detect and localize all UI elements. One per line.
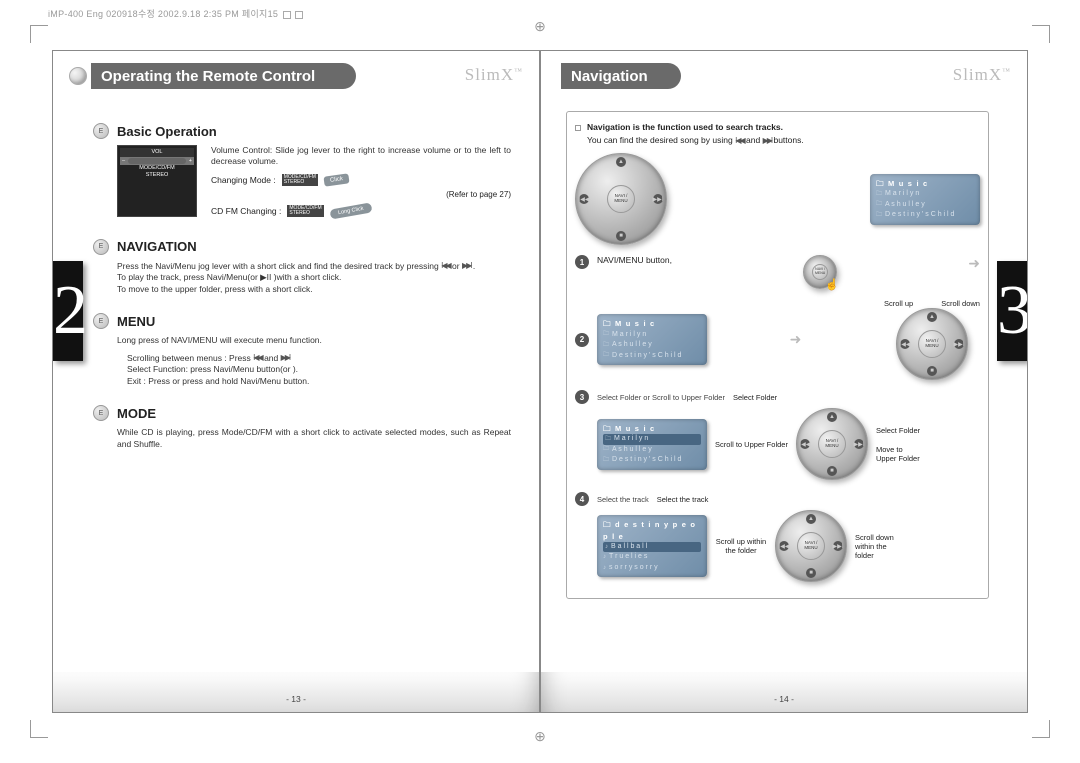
mode-graphic-small: MODE/CD/FMSTEREO bbox=[282, 174, 318, 186]
remote-volume-graphic: VOL –+ MODE/CD/FM STEREO bbox=[117, 145, 197, 217]
step-number: 2 bbox=[575, 333, 589, 347]
registration-mark: ⊕ bbox=[534, 18, 546, 35]
menu-paragraph: Long press of NAVI/MENU will execute men… bbox=[93, 335, 511, 346]
step-label: Select Folder or Scroll to Upper Folder bbox=[597, 393, 725, 402]
crop-mark bbox=[30, 25, 48, 43]
step-1: 1 NAVI/MENU button, NAVI / MENU ☝ ➜ bbox=[575, 255, 980, 289]
page-shadow bbox=[541, 672, 1027, 712]
rewind-icon: I◀◀ bbox=[441, 261, 450, 272]
page-title: Operating the Remote Control bbox=[101, 68, 315, 85]
step-3: 3 Select Folder or Scroll to Upper Folde… bbox=[575, 390, 980, 480]
cd-fm-label: CD FM Changing : bbox=[211, 206, 281, 216]
navigation-panel: Navigation is the function used to searc… bbox=[566, 111, 989, 599]
section-basic-operation: E Basic Operation bbox=[93, 123, 511, 139]
step-2: 2 🗀 M u s i c 🗀M a r i l y n 🗀A s h u l … bbox=[575, 299, 980, 380]
scroll-down-within-label: Scroll down within the folder bbox=[855, 533, 903, 560]
crop-mark bbox=[1032, 720, 1050, 738]
basic-paragraph: Volume Control: Slide jog lever to the r… bbox=[211, 145, 511, 168]
page-title: Navigation bbox=[571, 68, 648, 85]
intro-bullet bbox=[575, 125, 581, 131]
folder-icon: 🗀 bbox=[876, 179, 885, 188]
lcd-music-list-selected: 🗀 M u s i c 🗀M a r i l y n 🗀A s h u l l … bbox=[597, 419, 707, 470]
brand-logo: SlimX™ bbox=[953, 65, 1011, 85]
step-number: 4 bbox=[575, 492, 589, 506]
lcd-music-list: 🗀 M u s i c 🗀M a r i l y n 🗀A s h u l l … bbox=[870, 174, 980, 225]
section-bullet: E bbox=[93, 123, 109, 139]
navi-dial: ▲■ I◀◀▶▶I NAVI / MENU bbox=[775, 510, 847, 582]
lcd-track-list: 🗀 d e s t i n y p e o p l e ♪B a l l b a… bbox=[597, 515, 707, 577]
section-title: MODE bbox=[117, 406, 156, 421]
navi-button-press: NAVI / MENU ☝ bbox=[803, 255, 837, 289]
forward-icon: ▶▶I bbox=[281, 353, 290, 364]
select-folder-label: Select Folder bbox=[733, 393, 777, 402]
rewind-icon: I◀◀ bbox=[253, 353, 262, 364]
print-header: iMP-400 Eng 020918수정 2002.9.18 2:35 PM 페… bbox=[48, 7, 305, 20]
mode-graphic-small: MODE/CD/FMSTEREO bbox=[287, 205, 323, 217]
title-bar-left: Operating the Remote Control bbox=[91, 63, 356, 89]
section-bullet: E bbox=[93, 239, 109, 255]
crop-mark bbox=[30, 720, 48, 738]
title-bar-right: Navigation bbox=[561, 63, 681, 89]
section-bullet: E bbox=[93, 313, 109, 329]
rewind-icon: I◀◀ bbox=[735, 136, 744, 145]
dial-right-icon: ▶▶I bbox=[653, 194, 663, 204]
dial-up-icon: ▲ bbox=[616, 157, 626, 167]
left-content: E Basic Operation VOL –+ MODE/CD/FM STER… bbox=[93, 111, 511, 652]
mode-paragraph: While CD is playing, press Mode/CD/FM wi… bbox=[93, 427, 511, 450]
long-click-badge: Long Click bbox=[329, 202, 372, 219]
scroll-upper-label: Scroll to Upper Folder bbox=[715, 440, 788, 449]
arrow-icon: ➜ bbox=[968, 255, 980, 272]
section-mode: E MODE bbox=[93, 405, 511, 421]
click-badge: Click bbox=[323, 173, 349, 186]
nav-paragraph: Press the Navi/Menu jog lever with a sho… bbox=[93, 261, 511, 295]
right-content: Navigation is the function used to searc… bbox=[566, 111, 989, 652]
move-upper-label: Move to Upper Folder bbox=[876, 445, 924, 463]
page-spread: Operating the Remote Control SlimX™ 2 E … bbox=[52, 50, 1028, 713]
section-title: Basic Operation bbox=[117, 124, 217, 139]
scroll-up-label: Scroll up bbox=[884, 299, 913, 308]
arrow-icon: ➜ bbox=[790, 331, 802, 348]
chapter-number: 2 bbox=[53, 261, 83, 361]
select-folder-label: Select Folder bbox=[876, 426, 924, 435]
step-number: 3 bbox=[575, 390, 589, 404]
forward-icon: ▶▶I bbox=[763, 136, 772, 145]
navi-dial: ▲■ I◀◀▶▶I NAVI / MENU bbox=[796, 408, 868, 480]
page-number: - 14 - bbox=[774, 694, 794, 704]
brand-logo: SlimX™ bbox=[465, 65, 523, 85]
section-navigation: E NAVIGATION bbox=[93, 239, 511, 255]
scroll-up-within-label: Scroll up within the folder bbox=[715, 537, 767, 555]
section-bullet: E bbox=[93, 405, 109, 421]
step-label: Select the track bbox=[597, 495, 649, 504]
changing-mode-label: Changing Mode : bbox=[211, 175, 276, 185]
lcd-music-list: 🗀 M u s i c 🗀M a r i l y n 🗀A s h u l l … bbox=[597, 314, 707, 365]
dial-down-icon: ■ bbox=[616, 231, 626, 241]
page-number: - 13 - bbox=[286, 694, 306, 704]
section-title: NAVIGATION bbox=[117, 239, 197, 254]
navi-dial-large: ▲ ■ I◀◀ ▶▶I NAVI / MENU bbox=[575, 153, 667, 245]
crop-mark bbox=[1032, 25, 1050, 43]
page-left: Operating the Remote Control SlimX™ 2 E … bbox=[52, 50, 540, 713]
refer-note: (Refer to page 27) bbox=[211, 190, 511, 199]
select-track-label: Select the track bbox=[657, 495, 709, 504]
navi-dial: ▲■ I◀◀▶▶I NAVI / MENU bbox=[896, 308, 968, 380]
scroll-down-label: Scroll down bbox=[941, 299, 980, 308]
dial-hub: NAVI / MENU bbox=[607, 185, 635, 213]
dial-left-icon: I◀◀ bbox=[579, 194, 589, 204]
step-label: NAVI/MENU button, bbox=[597, 255, 672, 265]
menu-lines: Scrolling between menus : Press I◀◀ and … bbox=[93, 353, 511, 387]
registration-mark: ⊕ bbox=[534, 728, 546, 745]
step-4: 4 Select the track Select the track 🗀 d … bbox=[575, 492, 980, 582]
step-number: 1 bbox=[575, 255, 589, 269]
title-ornament bbox=[69, 67, 87, 85]
section-menu: E MENU bbox=[93, 313, 511, 329]
intro-heading: Navigation is the function used to searc… bbox=[587, 122, 980, 132]
page-shadow bbox=[53, 672, 539, 712]
chapter-number: 3 bbox=[997, 261, 1027, 361]
intro-sub: You can find the desired song by using I… bbox=[587, 135, 980, 145]
page-right: Navigation SlimX™ 3 Navigation is the fu… bbox=[540, 50, 1028, 713]
forward-icon: ▶▶I bbox=[462, 261, 471, 272]
section-title: MENU bbox=[117, 314, 155, 329]
